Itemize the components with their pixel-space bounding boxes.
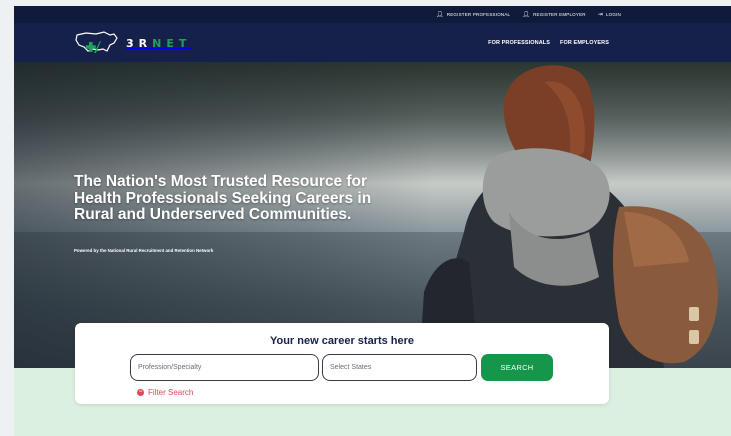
menu-for-employers[interactable]: FOR EMPLOYERS: [560, 40, 609, 46]
login-link[interactable]: ⇥ LOGIN: [598, 12, 621, 18]
menu-for-professionals[interactable]: FOR PROFESSIONALS: [488, 40, 550, 46]
main-nav: 3RNET FOR PROFESSIONALS FOR EMPLOYERS: [14, 23, 731, 62]
hero-subtitle: Powered by the National Rural Recruitmen…: [74, 248, 214, 253]
profession-specialty-input[interactable]: Profession/Specialty: [130, 354, 319, 381]
search-heading: Your new career starts here: [269, 335, 415, 347]
search-card: Your new career starts here Profession/S…: [75, 323, 609, 404]
user-icon: 👤︎: [435, 11, 444, 18]
register-employer-label: REGISTER EMPLOYER: [533, 12, 586, 17]
us-map-logo-icon: [75, 31, 118, 53]
minus-circle-icon: −: [137, 389, 144, 396]
register-professional-link[interactable]: 👤︎ REGISTER PROFESSIONAL: [436, 12, 510, 18]
utility-bar: 👤︎ REGISTER PROFESSIONAL 👤︎ REGISTER EMP…: [14, 6, 731, 23]
search-button[interactable]: SEARCH: [481, 354, 553, 381]
primary-menu: FOR PROFESSIONALS FOR EMPLOYERS: [488, 23, 609, 62]
logo-wordmark: 3RNET: [126, 36, 192, 50]
page: 👤︎ REGISTER PROFESSIONAL 👤︎ REGISTER EMP…: [0, 0, 731, 436]
filter-search-label: Filter Search: [148, 388, 194, 397]
register-professional-label: REGISTER PROFESSIONAL: [446, 12, 511, 17]
login-icon: ⇥: [597, 11, 603, 18]
login-label: LOGIN: [605, 12, 621, 17]
register-employer-link[interactable]: 👤︎ REGISTER EMPLOYER: [522, 12, 586, 18]
site-logo[interactable]: 3RNET: [74, 27, 191, 59]
browser-viewport: 👤︎ REGISTER PROFESSIONAL 👤︎ REGISTER EMP…: [14, 6, 731, 436]
select-states-input[interactable]: Select States: [322, 354, 477, 381]
filter-search-link[interactable]: − Filter Search: [137, 388, 193, 397]
user-icon: 👤︎: [522, 11, 531, 18]
hero-title: The Nation's Most Trusted Resource for H…: [74, 173, 372, 223]
